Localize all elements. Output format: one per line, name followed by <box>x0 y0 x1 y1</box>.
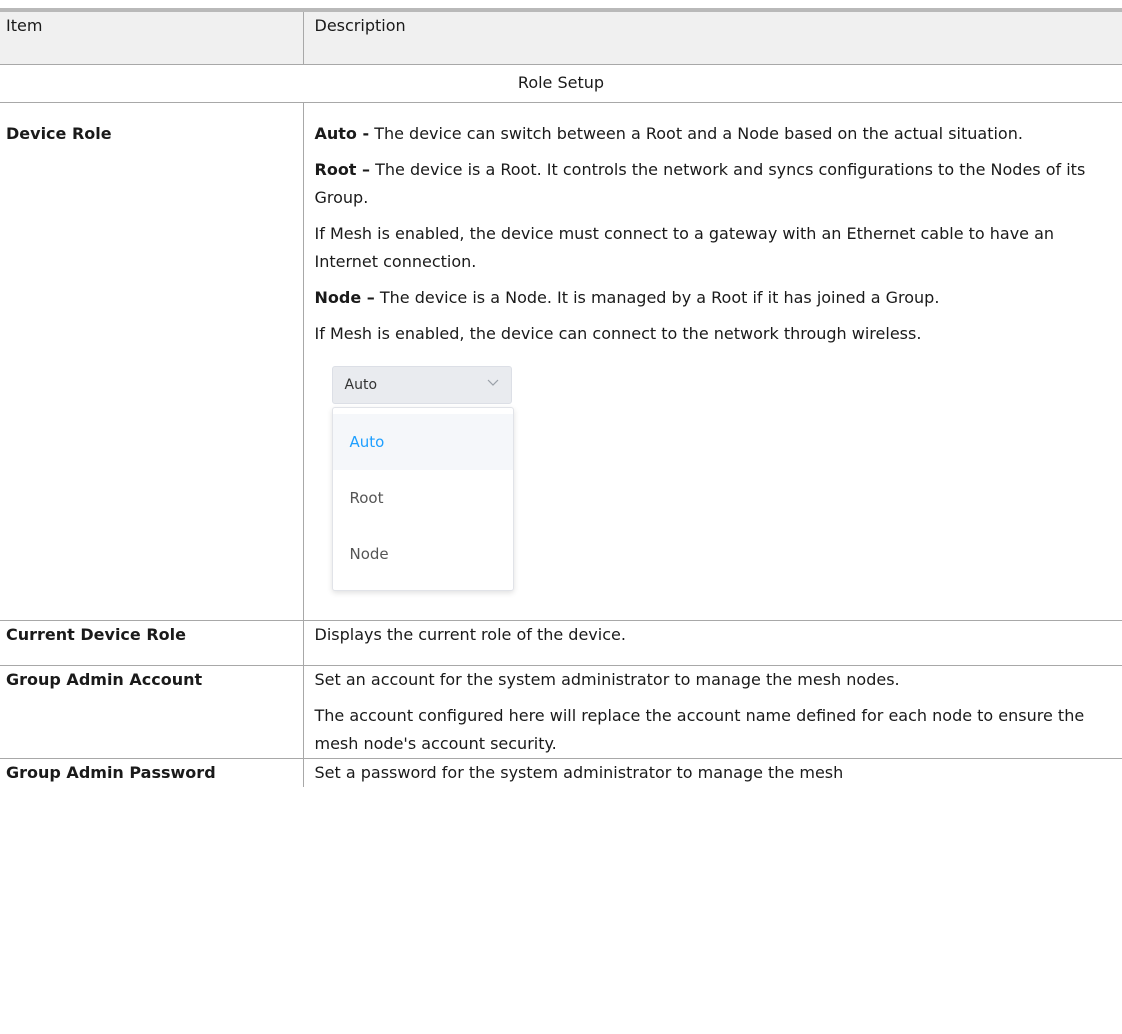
option-root[interactable]: Root <box>333 470 513 526</box>
option-node[interactable]: Node <box>333 526 513 582</box>
lead-term: Root – <box>314 159 371 179</box>
role-select-value: Auto <box>344 376 378 393</box>
desc-paragraph: If Mesh is enabled, the device can conne… <box>315 320 1122 348</box>
lead-term: Auto - <box>314 123 370 143</box>
table-row-group-admin-password: Group Admin Password Set a password for … <box>0 758 1122 787</box>
item-group-admin-account: Group Admin Account <box>0 665 304 759</box>
item-current-device-role: Current Device Role <box>0 620 304 666</box>
role-dropdown: Auto Auto Root Node <box>331 365 514 591</box>
desc-paragraph: Set an account for the system administra… <box>314 669 900 689</box>
paragraph-text: The device is a Root. It controls the ne… <box>314 159 1086 207</box>
desc-paragraph: If Mesh is enabled, the device must conn… <box>315 220 1122 276</box>
paragraph-text: The device is a Node. It is managed by a… <box>374 287 940 307</box>
role-options-menu: Auto Root Node <box>331 406 514 591</box>
paragraph-text: The device can switch between a Root and… <box>369 123 1023 143</box>
section-row: Role Setup <box>0 64 1122 103</box>
desc-paragraph: Auto - The device can switch between a R… <box>315 120 1122 148</box>
table-row-group-admin-account: Group Admin Account Set an account for t… <box>0 665 1122 759</box>
option-auto[interactable]: Auto <box>332 413 513 470</box>
table-header-row: Item Description <box>0 12 1122 65</box>
desc-paragraph: The account configured here will replace… <box>314 705 1085 753</box>
chevron-down-icon <box>487 379 498 386</box>
desc-current-device-role: Displays the current role of the device. <box>303 620 1122 666</box>
paragraph-text: If Mesh is enabled, the device must conn… <box>314 223 1055 271</box>
item-group-admin-password: Group Admin Password <box>0 758 304 787</box>
header-item: Item <box>0 12 304 65</box>
desc-paragraph: Node – The device is a Node. It is manag… <box>315 284 1122 312</box>
paragraph-text: If Mesh is enabled, the device can conne… <box>314 323 922 343</box>
desc-paragraph: Root – The device is a Root. It controls… <box>315 156 1122 212</box>
desc-group-admin-account: Set an account for the system administra… <box>303 665 1122 759</box>
role-select[interactable]: Auto <box>331 365 512 404</box>
desc-device-role: Auto - The device can switch between a R… <box>303 102 1122 621</box>
table-row-current-device-role: Current Device Role Displays the current… <box>0 620 1122 666</box>
spec-table: Item Description Role Setup Device Role … <box>0 12 1122 787</box>
header-description: Description <box>303 12 1122 65</box>
lead-term: Node – <box>314 287 375 307</box>
section-title: Role Setup <box>0 64 1122 103</box>
item-device-role: Device Role <box>0 102 304 621</box>
table-row-device-role: Device Role Auto - The device can switch… <box>0 102 1122 621</box>
desc-group-admin-password: Set a password for the system administra… <box>314 762 844 782</box>
